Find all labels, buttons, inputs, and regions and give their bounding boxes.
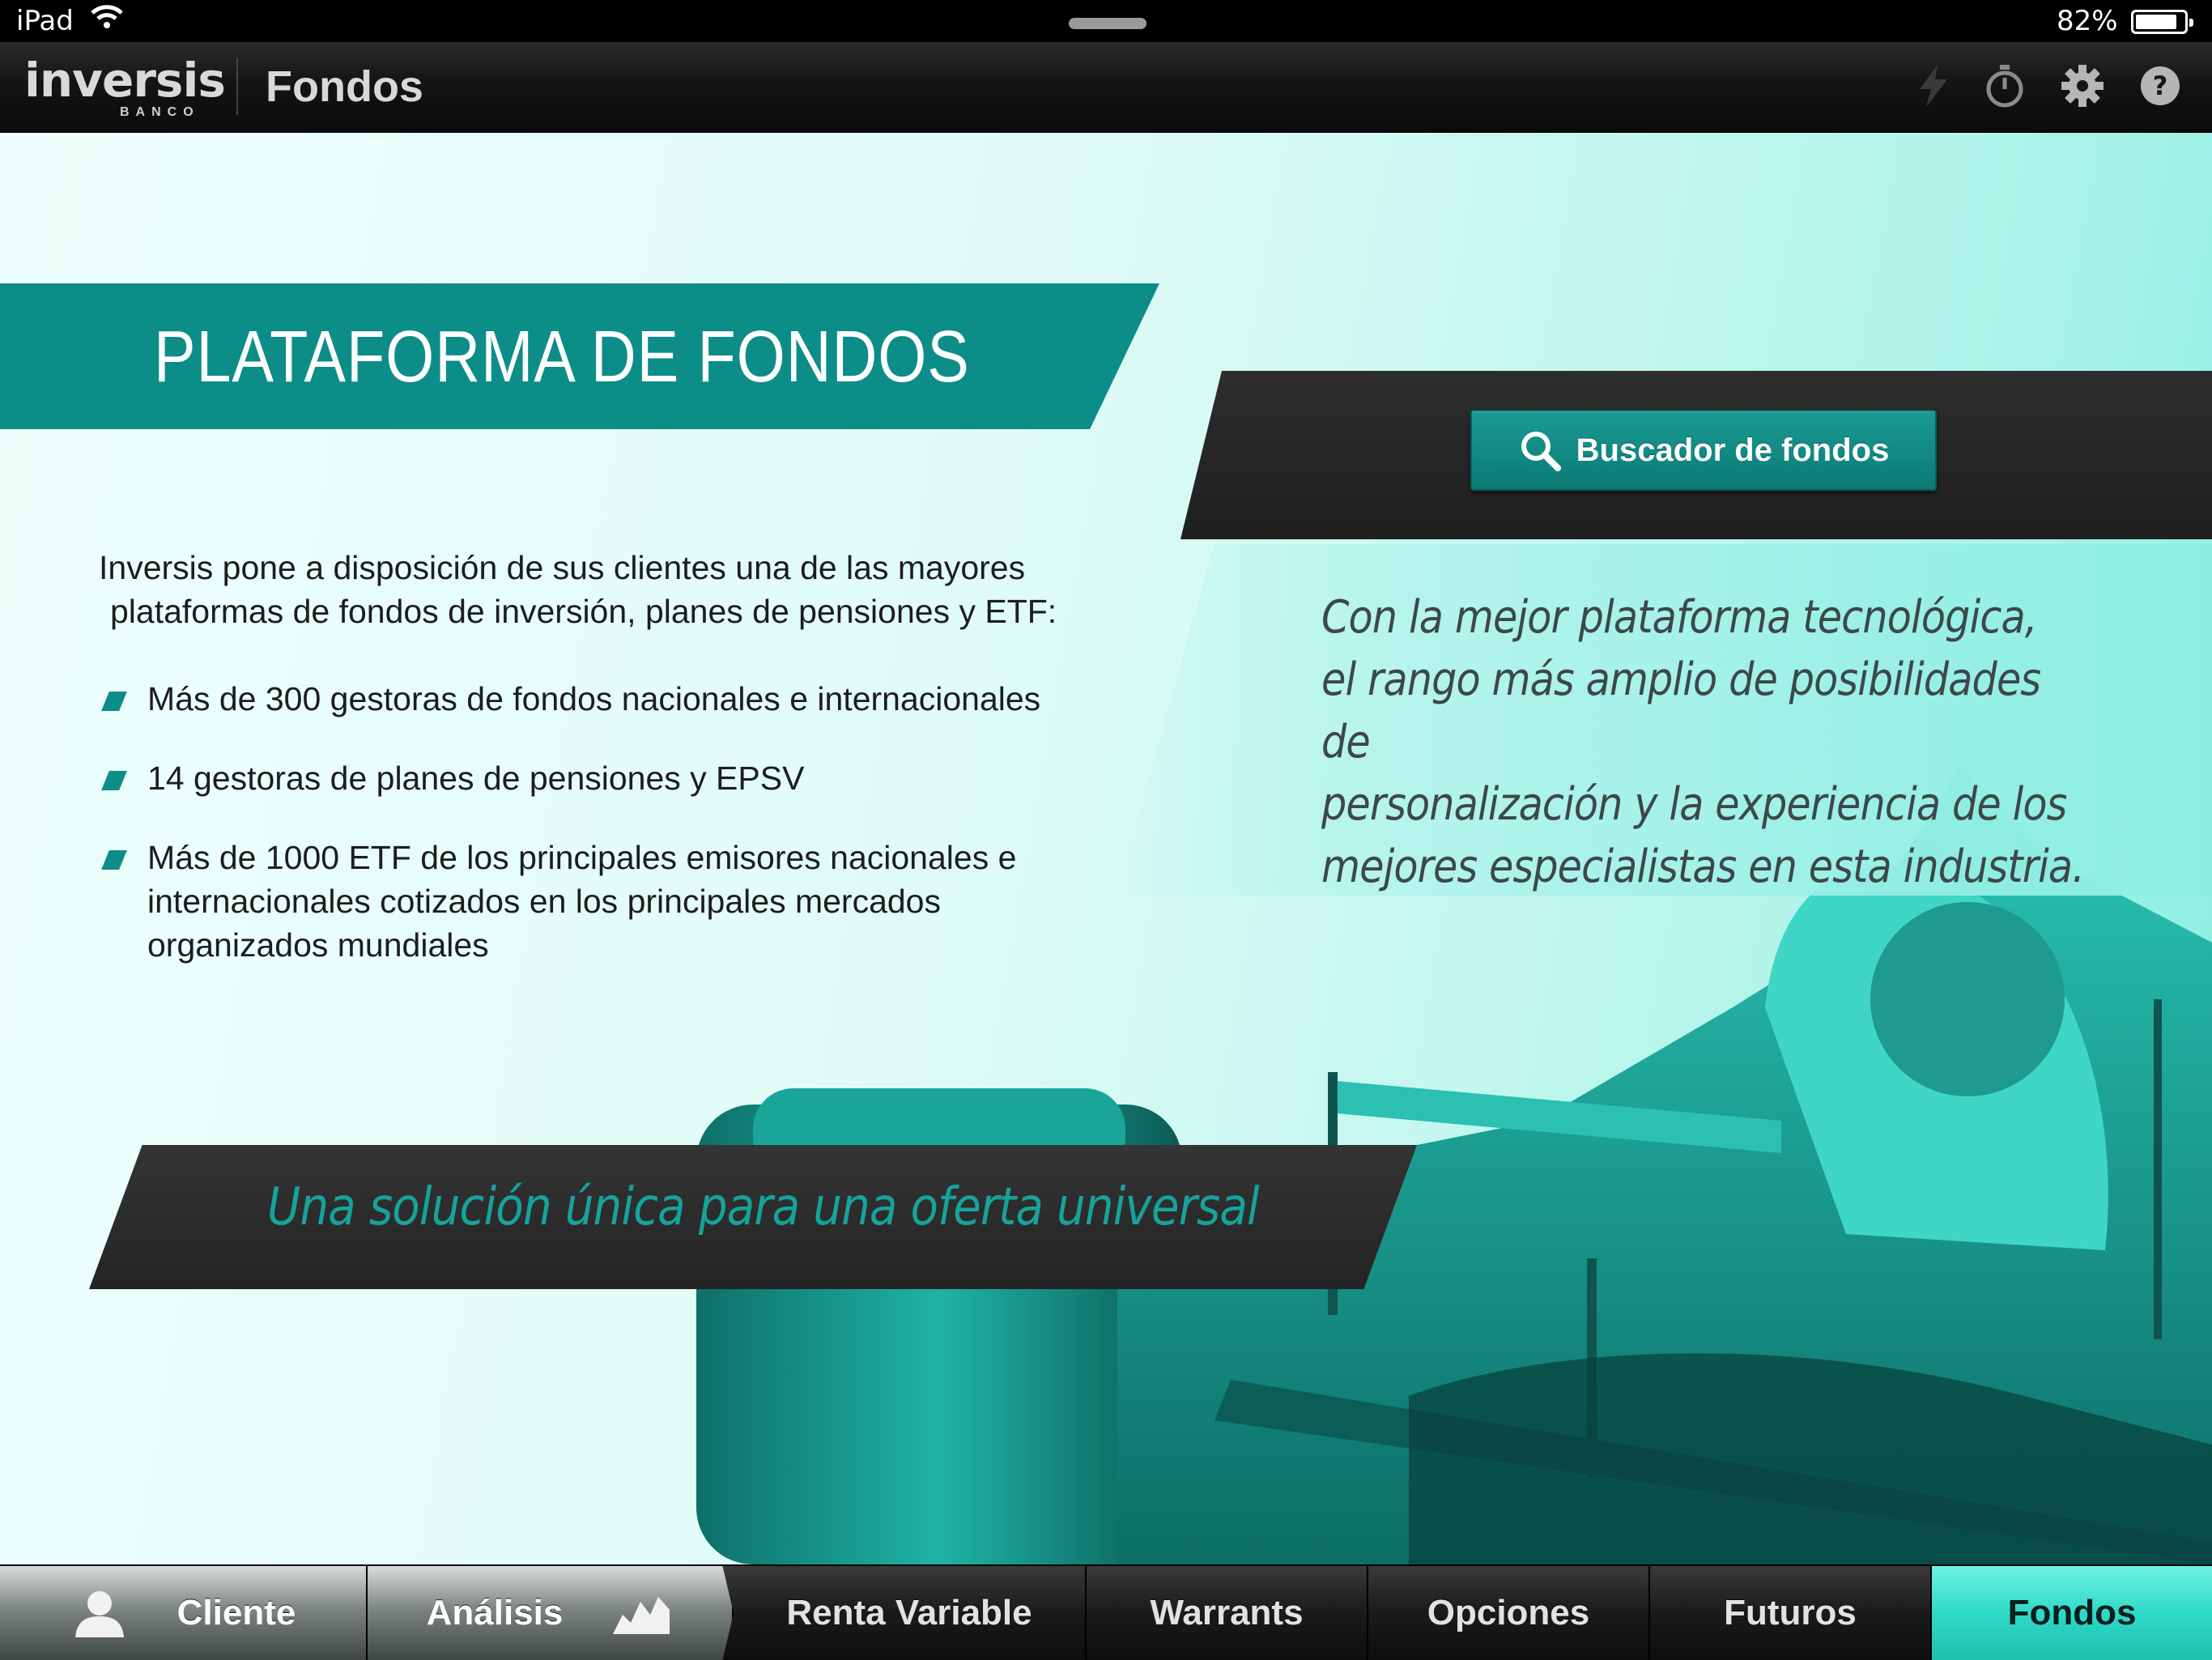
tab-label: Análisis [426, 1593, 564, 1632]
stopwatch-icon[interactable] [1979, 60, 2031, 112]
quote-text: Con la mejor plataforma tecnológica, el … [1321, 591, 2085, 893]
chart-icon [613, 1597, 670, 1634]
tab-bar: Cliente Análisis Renta Variable Warrants… [0, 1564, 2212, 1660]
tab-label: Fondos [2007, 1593, 2137, 1632]
svg-text:?: ? [2153, 70, 2168, 101]
tab-label: Futuros [1724, 1593, 1857, 1632]
tab-cliente[interactable]: Cliente [0, 1566, 368, 1660]
header-divider [236, 58, 238, 115]
platform-title: PLATAFORMA DE FONDOS [154, 317, 970, 398]
tab-fondos[interactable]: Fondos [1932, 1566, 2212, 1660]
tab-futuros[interactable]: Futuros [1650, 1566, 1932, 1660]
app-header: inversis BANCO Fondos ? [0, 42, 2212, 133]
intro-text: Inversis pone a disposición de sus clien… [99, 549, 1057, 630]
battery-icon [2131, 10, 2193, 34]
main-content: PLATAFORMA DE FONDOS Inversis pone a dis… [0, 133, 2212, 1564]
device-name: iPad [16, 5, 74, 37]
tab-label: Cliente [177, 1593, 296, 1632]
help-icon[interactable]: ? [2134, 60, 2186, 112]
lightning-icon[interactable] [1908, 60, 1959, 112]
bullet-marker [101, 771, 127, 790]
tab-analisis[interactable]: Análisis [368, 1566, 734, 1660]
tab-renta-variable[interactable]: Renta Variable [734, 1566, 1087, 1660]
status-bar: iPad 82% [0, 0, 2212, 42]
wifi-icon [89, 2, 125, 38]
search-icon [1521, 432, 1561, 471]
search-button-label: Buscador de fondos [1576, 432, 1890, 468]
fund-search-button[interactable]: Buscador de fondos [1470, 410, 1937, 491]
tab-label: Renta Variable [786, 1593, 1032, 1632]
grabber-handle [1069, 18, 1146, 29]
battery-percent: 82% [2057, 5, 2118, 37]
inversis-logo: inversis BANCO [24, 53, 226, 119]
bullet-marker [101, 850, 127, 870]
slogan-text: Una solución única para una oferta unive… [267, 1177, 1260, 1237]
list-item: Más de 300 gestoras de fondos nacionales… [100, 677, 1121, 721]
tab-label: Opciones [1427, 1593, 1590, 1632]
page-title: Fondos [266, 62, 423, 111]
feature-list: Más de 300 gestoras de fondos nacionales… [100, 677, 1121, 1002]
tab-warrants[interactable]: Warrants [1087, 1566, 1368, 1660]
list-item: Más de 1000 ETF de los principales emiso… [100, 836, 1121, 967]
gear-icon[interactable] [2057, 60, 2108, 112]
tab-label: Warrants [1150, 1593, 1304, 1632]
list-item: 14 gestoras de planes de pensiones y EPS… [100, 756, 1121, 800]
user-icon [74, 1591, 124, 1637]
tab-opciones[interactable]: Opciones [1368, 1566, 1650, 1660]
bullet-marker [101, 692, 127, 711]
